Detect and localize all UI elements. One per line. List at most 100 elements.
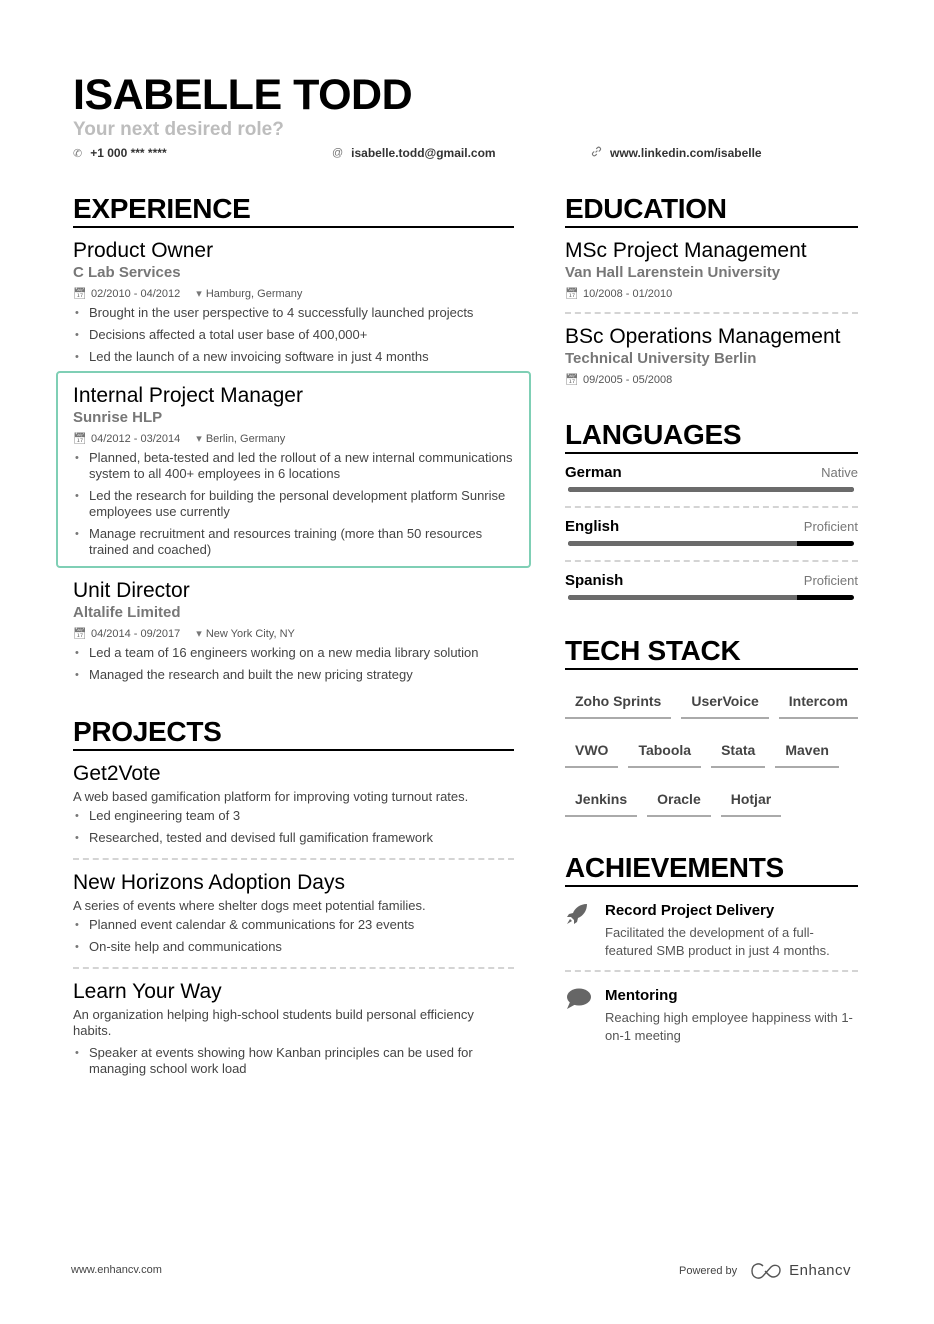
phone-text: +1 000 *** ****: [90, 146, 167, 160]
achievement-description: Reaching high employee happiness with 1-…: [605, 1010, 853, 1043]
bullet-item: Led the research for building the person…: [73, 488, 514, 520]
brand-name: Enhancv: [789, 1262, 851, 1279]
speech-bubble-icon: [565, 986, 591, 1045]
divider: [565, 312, 858, 314]
job-title: Unit Director: [73, 579, 190, 602]
project-name: Get2Vote: [73, 762, 161, 785]
language-level: Proficient: [803, 519, 858, 534]
footer-website[interactable]: www.enhancv.com: [71, 1264, 162, 1276]
company-name: C Lab Services: [73, 264, 181, 281]
language-name: Spanish: [565, 572, 624, 589]
job-location: Berlin, Germany: [205, 433, 286, 445]
bullet-item: Speaker at events showing how Kanban pri…: [73, 1045, 514, 1077]
language-level: Proficient: [803, 573, 858, 588]
calendar-icon: 📅︎: [73, 433, 87, 445]
education-meta: 📅︎ 10/2008 - 01/2010: [565, 286, 858, 302]
project-bullets: Speaker at events showing how Kanban pri…: [73, 1045, 514, 1077]
project-item[interactable]: Get2Vote A web based gamification platfo…: [73, 761, 514, 858]
project-bullets: Led engineering team of 3 Researched, te…: [73, 808, 514, 846]
school-name: Van Hall Larenstein University: [565, 264, 781, 281]
project-description: A web based gamification platform for im…: [73, 789, 469, 804]
bullet-item: Manage recruitment and resources trainin…: [73, 526, 514, 558]
job-bullets: Brought in the user perspective to 4 suc…: [73, 305, 514, 365]
job-location: New York City, NY: [205, 628, 295, 640]
link-icon: [591, 146, 602, 160]
experience-item[interactable]: Unit Director Altalife Limited 📅︎ 04/2014…: [73, 578, 514, 683]
at-icon: @: [332, 147, 344, 159]
job-title: Product Owner: [73, 239, 214, 262]
section-title-achievements: ACHIEVEMENTS: [565, 851, 858, 887]
bullet-item: Led a team of 16 engineers working on a …: [73, 645, 514, 661]
achievement-item[interactable]: Record Project Delivery Facilitated the …: [565, 887, 858, 970]
language-item[interactable]: English Proficient: [565, 508, 858, 552]
tech-tag[interactable]: Zoho Sprints: [565, 692, 672, 719]
bullet-item: Decisions affected a total user base of …: [73, 327, 514, 343]
achievement-item[interactable]: Mentoring Reaching high employee happine…: [565, 972, 858, 1055]
section-title-experience: EXPERIENCE: [73, 192, 514, 228]
bullet-item: Planned, beta-tested and led the rollout…: [73, 450, 514, 482]
resume-header: ISABELLE TODD Your next desired role? ✆ …: [73, 70, 863, 166]
calendar-icon: 📅︎: [73, 288, 87, 300]
tech-tag[interactable]: Stata: [711, 741, 766, 768]
proficiency-bar: [568, 595, 854, 600]
section-title-languages: LANGUAGES: [565, 418, 858, 454]
tech-tag[interactable]: Oracle: [647, 790, 711, 817]
education-meta: 📅︎ 09/2005 - 05/2008: [565, 372, 858, 388]
experience-item[interactable]: Product Owner C Lab Services 📅︎ 02/2010 -…: [73, 238, 514, 365]
language-row: German Native: [565, 464, 858, 481]
degree: BSc Operations Management: [565, 325, 841, 348]
footer-branding[interactable]: Powered by Enhancv: [679, 1262, 851, 1279]
tech-tag[interactable]: Hotjar: [720, 790, 782, 817]
proficiency-bar-fill: [568, 541, 797, 546]
language-item[interactable]: German Native: [565, 454, 858, 498]
email-text[interactable]: isabelle.todd@gmail.com: [351, 146, 495, 160]
divider: [73, 858, 514, 860]
language-name: German: [565, 464, 622, 481]
experience-item-selected[interactable]: Internal Project Manager Sunrise HLP 📅︎ 0…: [56, 371, 531, 568]
job-dates: 04/2014 - 09/2017: [90, 628, 181, 640]
achievement-description: Facilitated the development of a full-fe…: [605, 925, 830, 958]
project-name: Learn Your Way: [73, 980, 222, 1003]
job-dates: 02/2010 - 04/2012: [90, 288, 181, 300]
linkedin-text[interactable]: www.linkedin.com/isabelle: [610, 146, 762, 160]
tech-tag[interactable]: VWO: [565, 741, 619, 768]
calendar-icon: 📅︎: [565, 288, 579, 300]
tech-tag[interactable]: Intercom: [778, 692, 858, 719]
candidate-name: ISABELLE TODD: [73, 71, 413, 119]
location-pin-icon: ▾: [196, 433, 202, 445]
left-column: EXPERIENCE Product Owner C Lab Services …: [56, 192, 531, 1083]
calendar-icon: 📅︎: [565, 374, 579, 386]
languages-list: German Native English Proficient Spanish Prof…: [565, 454, 858, 606]
company-name: Sunrise HLP: [73, 409, 163, 426]
bullet-item: Planned event calendar & communications …: [73, 917, 514, 933]
brand-logo[interactable]: Enhancv: [751, 1262, 851, 1279]
achievement-title: Record Project Delivery: [605, 902, 775, 919]
project-description: An organization helping high-school stud…: [73, 1007, 474, 1038]
language-row: Spanish Proficient: [565, 572, 858, 589]
contact-phone: ✆ +1 000 *** ****: [73, 146, 167, 160]
tech-tag[interactable]: Taboola: [628, 741, 702, 768]
desired-role[interactable]: Your next desired role?: [73, 119, 863, 141]
education-item[interactable]: MSc Project Management Van Hall Larenste…: [565, 238, 858, 312]
location-pin-icon: ▾: [196, 628, 202, 640]
tech-tag[interactable]: Maven: [775, 741, 839, 768]
tech-tag[interactable]: UserVoice: [681, 692, 769, 719]
project-description: A series of events where shelter dogs me…: [73, 898, 426, 913]
bullet-item: Researched, tested and devised full gami…: [73, 830, 514, 846]
job-meta: 📅︎ 02/2010 - 04/2012 ▾ Hamburg, Germany: [73, 286, 514, 302]
achievement-title: Mentoring: [605, 987, 678, 1004]
contact-email[interactable]: @ isabelle.todd@gmail.com: [332, 146, 496, 160]
project-bullets: Planned event calendar & communications …: [73, 917, 514, 955]
project-item[interactable]: Learn Your Way An organization helping h…: [73, 979, 514, 1077]
bullet-item: On-site help and communications: [73, 939, 514, 955]
bullet-item: Brought in the user perspective to 4 suc…: [73, 305, 514, 321]
language-level: Native: [821, 465, 858, 480]
tech-tag[interactable]: Jenkins: [565, 790, 638, 817]
section-title-projects: PROJECTS: [73, 715, 514, 751]
calendar-icon: 📅︎: [73, 628, 87, 640]
contact-linkedin[interactable]: www.linkedin.com/isabelle: [591, 146, 762, 160]
project-name: New Horizons Adoption Days: [73, 871, 345, 894]
project-item[interactable]: New Horizons Adoption Days A series of e…: [73, 870, 514, 967]
language-item[interactable]: Spanish Proficient: [565, 562, 858, 606]
education-item[interactable]: BSc Operations Management Technical Univ…: [565, 324, 858, 388]
